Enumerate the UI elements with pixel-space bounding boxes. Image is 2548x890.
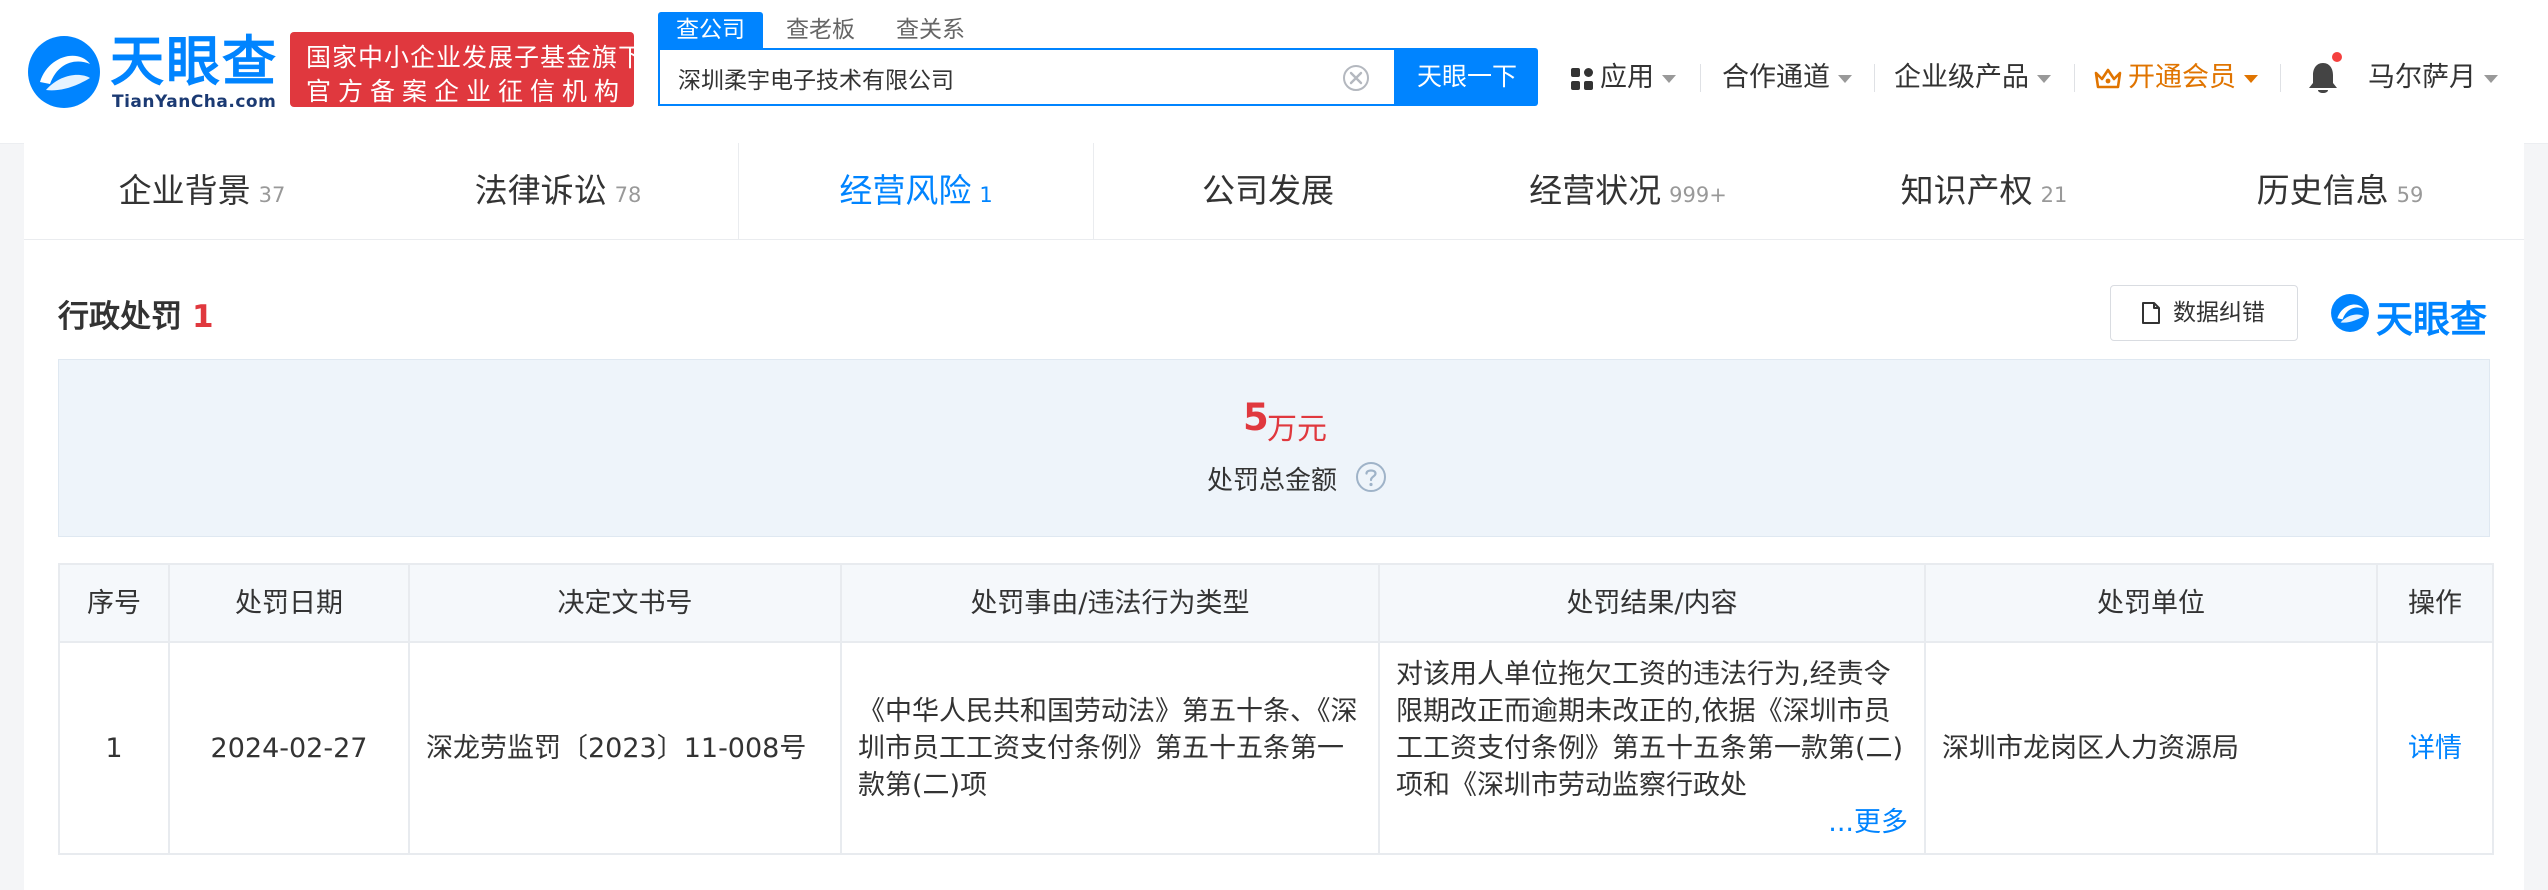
nav-enterprise[interactable]: 企业级产品 xyxy=(1894,58,2051,98)
penalty-table: 序号 处罚日期 决定文书号 处罚事由/违法行为类型 处罚结果/内容 处罚单位 操… xyxy=(58,563,2494,855)
clear-search-icon[interactable] xyxy=(1342,64,1370,92)
gov-badge: 国家中小企业发展子基金旗下 官方备案企业征信机构 xyxy=(290,32,643,107)
site-logo[interactable]: 天眼查 TianYanCha.com xyxy=(26,30,278,112)
cell-date: 2024-02-27 xyxy=(168,641,410,855)
section-title-label: 行政处罚 xyxy=(58,299,182,335)
nav-user-label: 马尔萨月 xyxy=(2368,62,2476,93)
question-mark-icon[interactable] xyxy=(1355,461,1387,493)
nav-divider xyxy=(1700,64,1701,92)
tab-ip[interactable]: 知识产权 21 xyxy=(1806,143,2162,239)
gov-badge-line1: 国家中小企业发展子基金旗下 xyxy=(306,43,645,72)
tab-count: 21 xyxy=(2040,183,2068,207)
column-header: 操作 xyxy=(2376,563,2494,643)
nav-divider xyxy=(2280,64,2281,92)
tab-history[interactable]: 历史信息 59 xyxy=(2162,143,2518,239)
penalty-amount: 5 xyxy=(1243,396,1269,439)
tab-label: 企业背景 xyxy=(118,171,251,210)
search-tab-boss[interactable]: 查老板 xyxy=(786,12,855,48)
nav-vip[interactable]: 开通会员 xyxy=(2094,58,2258,98)
tab-operating-risk[interactable]: 经营风险 1 xyxy=(738,143,1094,239)
more-line: ...更多 xyxy=(1396,804,1908,841)
column-header: 序号 xyxy=(58,563,170,643)
section-count: 1 xyxy=(192,299,214,335)
nav-vip-label: 开通会员 xyxy=(2128,62,2236,93)
nav-apps[interactable]: 应用 xyxy=(1570,58,1676,98)
penalty-summary: 5 万元 处罚总金额 xyxy=(58,359,2490,537)
nav-cooperation[interactable]: 合作通道 xyxy=(1722,58,1852,98)
chevron-down-icon xyxy=(2244,74,2258,83)
gov-badge-line2: 官方备案企业征信机构 xyxy=(306,77,627,106)
column-header: 决定文书号 xyxy=(408,563,842,643)
tab-count: 78 xyxy=(614,183,642,207)
nav-divider xyxy=(2074,64,2075,92)
tab-label: 公司发展 xyxy=(1202,171,1334,210)
cell-action: 详情 xyxy=(2376,641,2494,855)
tianyancha-logo-icon xyxy=(28,36,100,108)
cell-authority: 深圳市龙岗区人力资源局 xyxy=(1924,641,2378,855)
penalty-amount-label: 处罚总金额 xyxy=(1207,466,1338,496)
brand-watermark-text: 天眼查 xyxy=(2376,298,2487,341)
tab-label: 经营风险 xyxy=(839,171,972,210)
nav-apps-label: 应用 xyxy=(1600,62,1654,93)
tab-count: 999+ xyxy=(1669,183,1727,207)
more-link[interactable]: ...更多 xyxy=(1828,807,1908,838)
chevron-down-icon xyxy=(2484,74,2498,83)
table-header-row: 序号 处罚日期 决定文书号 处罚事由/违法行为类型 处罚结果/内容 处罚单位 操… xyxy=(58,563,2494,643)
apps-grid-icon xyxy=(1571,67,1593,90)
column-header: 处罚事由/违法行为类型 xyxy=(840,563,1380,643)
tab-litigation[interactable]: 法律诉讼 78 xyxy=(380,143,736,239)
result-text: 对该用人单位拖欠工资的违法行为,经责令限期改正而逾期未改正的,依据《深圳市员工工… xyxy=(1396,658,1904,801)
tab-label: 历史信息 xyxy=(2256,171,2389,210)
cell-result: 对该用人单位拖欠工资的违法行为,经责令限期改正而逾期未改正的,依据《深圳市员工工… xyxy=(1378,641,1926,855)
tab-operating-status[interactable]: 经营状况 999+ xyxy=(1450,143,1806,239)
dimension-tabs: 企业背景 37 法律诉讼 78 经营风险 1 公司发展 经营状况 999+ 知识产权 21… xyxy=(24,143,2524,240)
nav-user[interactable]: 马尔萨月 xyxy=(2368,58,2498,98)
tab-count: 59 xyxy=(2396,183,2424,207)
tab-count: 1 xyxy=(979,183,993,207)
cell-reason: 《中华人民共和国劳动法》第五十条、《深圳市员工工资支付条例》第五十五条第一款第(… xyxy=(840,641,1380,855)
tab-label: 经营状况 xyxy=(1529,171,1662,210)
document-icon xyxy=(2142,302,2160,324)
search-button[interactable]: 天眼一下 xyxy=(1396,48,1538,106)
cell-index: 1 xyxy=(58,641,170,855)
content-card: 企业背景 37 法律诉讼 78 经营风险 1 公司发展 经营状况 999+ 知识产权 21… xyxy=(24,143,2524,890)
nav-divider xyxy=(1874,64,1875,92)
cell-doc-number: 深龙劳监罚〔2023〕11-008号 xyxy=(408,641,842,855)
logo-domain: TianYanCha.com xyxy=(112,92,277,112)
tab-count: 37 xyxy=(258,183,286,207)
detail-link[interactable]: 详情 xyxy=(2408,733,2462,764)
logo-title: 天眼查 xyxy=(110,30,278,93)
search-tab-company[interactable]: 查公司 xyxy=(658,12,763,48)
table-row: 1 2024-02-27 深龙劳监罚〔2023〕11-008号 《中华人民共和国… xyxy=(58,641,2494,855)
tianyancha-logo-icon xyxy=(2331,294,2369,332)
tab-development[interactable]: 公司发展 xyxy=(1094,143,1450,239)
reason-text: 《中华人民共和国劳动法》第五十条、《深圳市员工工资支付条例》第五十五条第一款第(… xyxy=(858,695,1358,801)
tab-label: 法律诉讼 xyxy=(474,171,607,210)
column-header: 处罚结果/内容 xyxy=(1378,563,1926,643)
brand-watermark: 天眼查 xyxy=(2330,287,2500,341)
notification-dot xyxy=(2332,52,2342,62)
penalty-amount-unit: 万元 xyxy=(1267,412,1327,447)
chevron-down-icon xyxy=(1838,74,1852,83)
section-title: 行政处罚 1 xyxy=(58,291,214,336)
chevron-down-icon xyxy=(2037,74,2051,83)
chevron-down-icon xyxy=(1662,74,1676,83)
data-correction-label: 数据纠错 xyxy=(2173,300,2265,326)
nav-cooperation-label: 合作通道 xyxy=(1722,62,1830,93)
search-input[interactable] xyxy=(676,50,1320,106)
notification-bell-icon[interactable] xyxy=(2306,60,2340,96)
tab-background[interactable]: 企业背景 37 xyxy=(24,143,380,239)
column-header: 处罚日期 xyxy=(168,563,410,643)
crown-icon xyxy=(2094,68,2122,88)
tab-label: 知识产权 xyxy=(1900,171,2033,210)
data-correction-button[interactable]: 数据纠错 xyxy=(2110,285,2298,341)
column-header: 处罚单位 xyxy=(1924,563,2378,643)
search-tab-relation[interactable]: 查关系 xyxy=(896,12,965,48)
nav-enterprise-label: 企业级产品 xyxy=(1894,62,2029,93)
top-header: 天眼查 TianYanCha.com 国家中小企业发展子基金旗下 官方备案企业征… xyxy=(0,0,2548,144)
search-box xyxy=(658,48,1396,106)
